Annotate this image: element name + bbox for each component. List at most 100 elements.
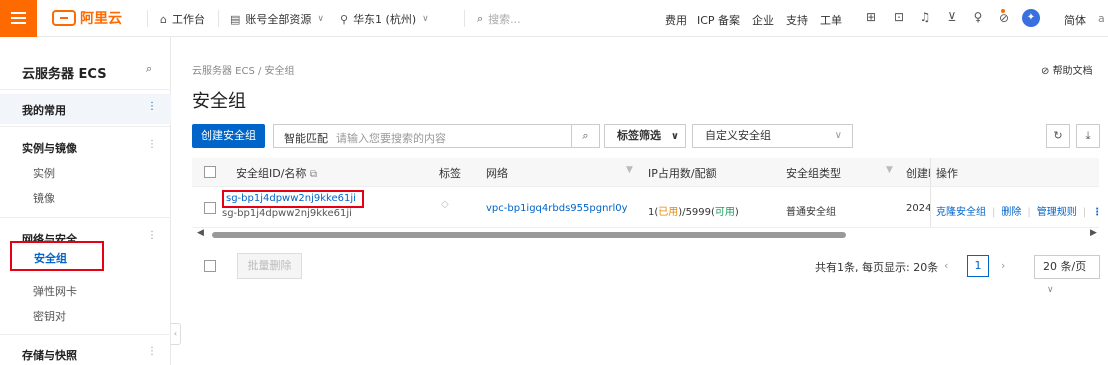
table-header [192, 158, 1099, 186]
tag-filter-button[interactable]: 标签筛选 ∨ [604, 124, 686, 148]
bulk-delete-button[interactable]: 批量删除 [237, 253, 302, 279]
global-search[interactable]: ⌕ 搜索... [477, 11, 521, 27]
sidebar-item-security-group[interactable]: 安全组 [10, 241, 104, 271]
page-size-select[interactable]: 20 条/页 ∨ [1034, 255, 1100, 295]
filter-icon[interactable]: ▼ [886, 165, 893, 175]
help-docs-link[interactable]: ⊘ 帮助文档 [1041, 62, 1093, 77]
aliyun-logo[interactable]: 阿里云 [52, 8, 122, 28]
user-avatar-letter[interactable]: a [1098, 12, 1105, 25]
separator: | [1027, 207, 1031, 218]
location-icon: ⚲ [340, 12, 349, 26]
cloud-shell-icon[interactable]: ⊞ [864, 10, 878, 24]
nav-workbench[interactable]: ⌂ 工作台 [160, 11, 205, 27]
page-title: 安全组 [192, 91, 246, 112]
search-type-select[interactable]: 智能匹配 [284, 130, 328, 146]
sidebar-item-keypair[interactable]: 密钥对 [33, 308, 66, 324]
filter-icon[interactable]: ▼ [626, 165, 633, 175]
separator: | [1082, 207, 1087, 218]
bell-icon[interactable]: ♫ [918, 10, 932, 24]
refresh-icon[interactable]: ↻ [1046, 124, 1070, 148]
group-more-icon[interactable]: ⋮ [147, 346, 157, 357]
nav-resources[interactable]: ▤ 账号全部资源 ∨ [230, 11, 324, 27]
download-icon[interactable]: ⤓ [1076, 124, 1100, 148]
clone-security-group-link[interactable]: 克隆安全组 [936, 207, 986, 218]
divider [464, 10, 465, 27]
sidebar-favorites[interactable]: 我的常用 [22, 102, 66, 118]
sidebar: 云服务器 ECS ⌕ 我的常用 ⋮ 实例与镜像 ⋮ 实例 镜像 网络与安全 ⋮ … [0, 37, 171, 365]
sidebar-group-storage[interactable]: 存储与快照 [22, 347, 77, 363]
create-security-group-button[interactable]: 创建安全组 [192, 124, 265, 148]
tag-icon[interactable]: ◇ [441, 199, 449, 210]
divider [147, 10, 148, 27]
divider [0, 217, 171, 218]
security-group-type: 普通安全组 [786, 207, 836, 218]
chevron-down-icon: ∨ [1047, 285, 1054, 295]
ip-available-label: 可用 [714, 207, 735, 218]
custom-security-group-select[interactable]: 自定义安全组 ∨ [692, 124, 853, 148]
prev-page-icon[interactable]: ‹ [944, 259, 948, 272]
security-group-id-link[interactable]: sg-bp1j4dpww2nj9kke61ji [226, 193, 356, 204]
language-switch[interactable]: 简体 [1064, 12, 1086, 28]
sidebar-item-images[interactable]: 镜像 [33, 190, 55, 206]
link-enterprise[interactable]: 企业 [752, 12, 774, 28]
favorites-more-icon[interactable]: ⋮ [147, 101, 157, 112]
row-checkbox[interactable] [204, 202, 216, 214]
search-icon[interactable]: ⌕ [571, 125, 599, 147]
copy-icon[interactable]: ⧉ [310, 169, 317, 180]
sticky-column-divider [930, 158, 931, 228]
delete-link[interactable]: 删除 [1001, 207, 1021, 218]
help-icon[interactable]: ⊘ [997, 11, 1011, 25]
scroll-left-icon[interactable]: ◀ [197, 228, 204, 238]
logo-mark-icon [52, 10, 76, 26]
nav-resources-label: 账号全部资源 [245, 13, 312, 26]
sidebar-collapse-toggle[interactable]: ‹ [171, 323, 181, 345]
cart-icon[interactable]: ⊻ [945, 10, 959, 24]
select-all-checkbox[interactable] [204, 166, 216, 178]
terminal-icon[interactable]: ⊡ [892, 10, 906, 24]
ip-usage-cell: 1(已用)/5999(可用) [648, 207, 739, 218]
group-more-icon[interactable]: ⋮ [147, 139, 157, 150]
sidebar-item-instances[interactable]: 实例 [33, 165, 55, 181]
help-docs-label: 帮助文档 [1052, 66, 1093, 77]
top-bar: 阿里云 ⌂ 工作台 ▤ 账号全部资源 ∨ ⚲ 华东1 (杭州) ∨ ⌕ 搜索..… [0, 0, 1108, 37]
divider [0, 126, 171, 127]
horizontal-scrollbar[interactable] [212, 232, 846, 238]
ip-quota: 5999 [685, 207, 712, 218]
help-icon: ⊘ [1041, 66, 1053, 77]
more-actions-icon[interactable]: ⋮ [1092, 207, 1102, 218]
col-created: 创建时 [906, 167, 930, 180]
sidebar-group-instances[interactable]: 实例与镜像 [22, 140, 77, 156]
nav-workbench-label: 工作台 [171, 13, 205, 26]
ip-used: 1 [648, 207, 655, 218]
manage-rules-link[interactable]: 管理规则 [1037, 207, 1077, 218]
link-fees[interactable]: 费用 [665, 12, 687, 28]
sidebar-item-eni[interactable]: 弹性网卡 [33, 283, 77, 299]
group-more-icon[interactable]: ⋮ [147, 230, 157, 241]
resource-search: 智能匹配 请输入您要搜索的内容 ⌕ [273, 124, 600, 148]
menu-icon[interactable] [0, 0, 37, 37]
next-page-icon[interactable]: › [1001, 259, 1005, 272]
nav-region[interactable]: ⚲ 华东1 (杭州) ∨ [340, 11, 429, 27]
sidebar-search-icon[interactable]: ⌕ [146, 62, 152, 76]
link-icp[interactable]: ICP 备案 [697, 12, 740, 28]
vpc-link[interactable]: vpc-bp1igq4rbds955pgnrl0y [486, 203, 628, 214]
divider [0, 89, 171, 90]
separator: | [992, 207, 996, 218]
col-ip-usage: IP占用数/配额 [648, 167, 717, 180]
search-icon: ⌕ [477, 12, 484, 25]
assistant-icon[interactable]: ✦ [1022, 9, 1040, 27]
page-size-value: 20 条/页 [1043, 260, 1087, 273]
footer-select-all-checkbox[interactable] [204, 260, 216, 272]
row-divider [192, 186, 1099, 187]
scroll-right-icon[interactable]: ▶ [1090, 228, 1097, 238]
search-input[interactable]: 请输入您要搜索的内容 [336, 130, 446, 146]
page-1-button[interactable]: 1 [967, 255, 989, 277]
nav-region-label: 华东1 (杭州) [353, 13, 417, 26]
global-search-input[interactable]: 搜索... [488, 11, 521, 27]
lightbulb-icon[interactable]: ♀ [971, 10, 985, 24]
ip-used-label: 已用 [658, 207, 679, 218]
breadcrumb[interactable]: 云服务器 ECS / 安全组 [192, 62, 295, 77]
divider [0, 334, 171, 335]
link-support[interactable]: 支持 [786, 12, 808, 28]
link-tickets[interactable]: 工单 [820, 12, 842, 28]
